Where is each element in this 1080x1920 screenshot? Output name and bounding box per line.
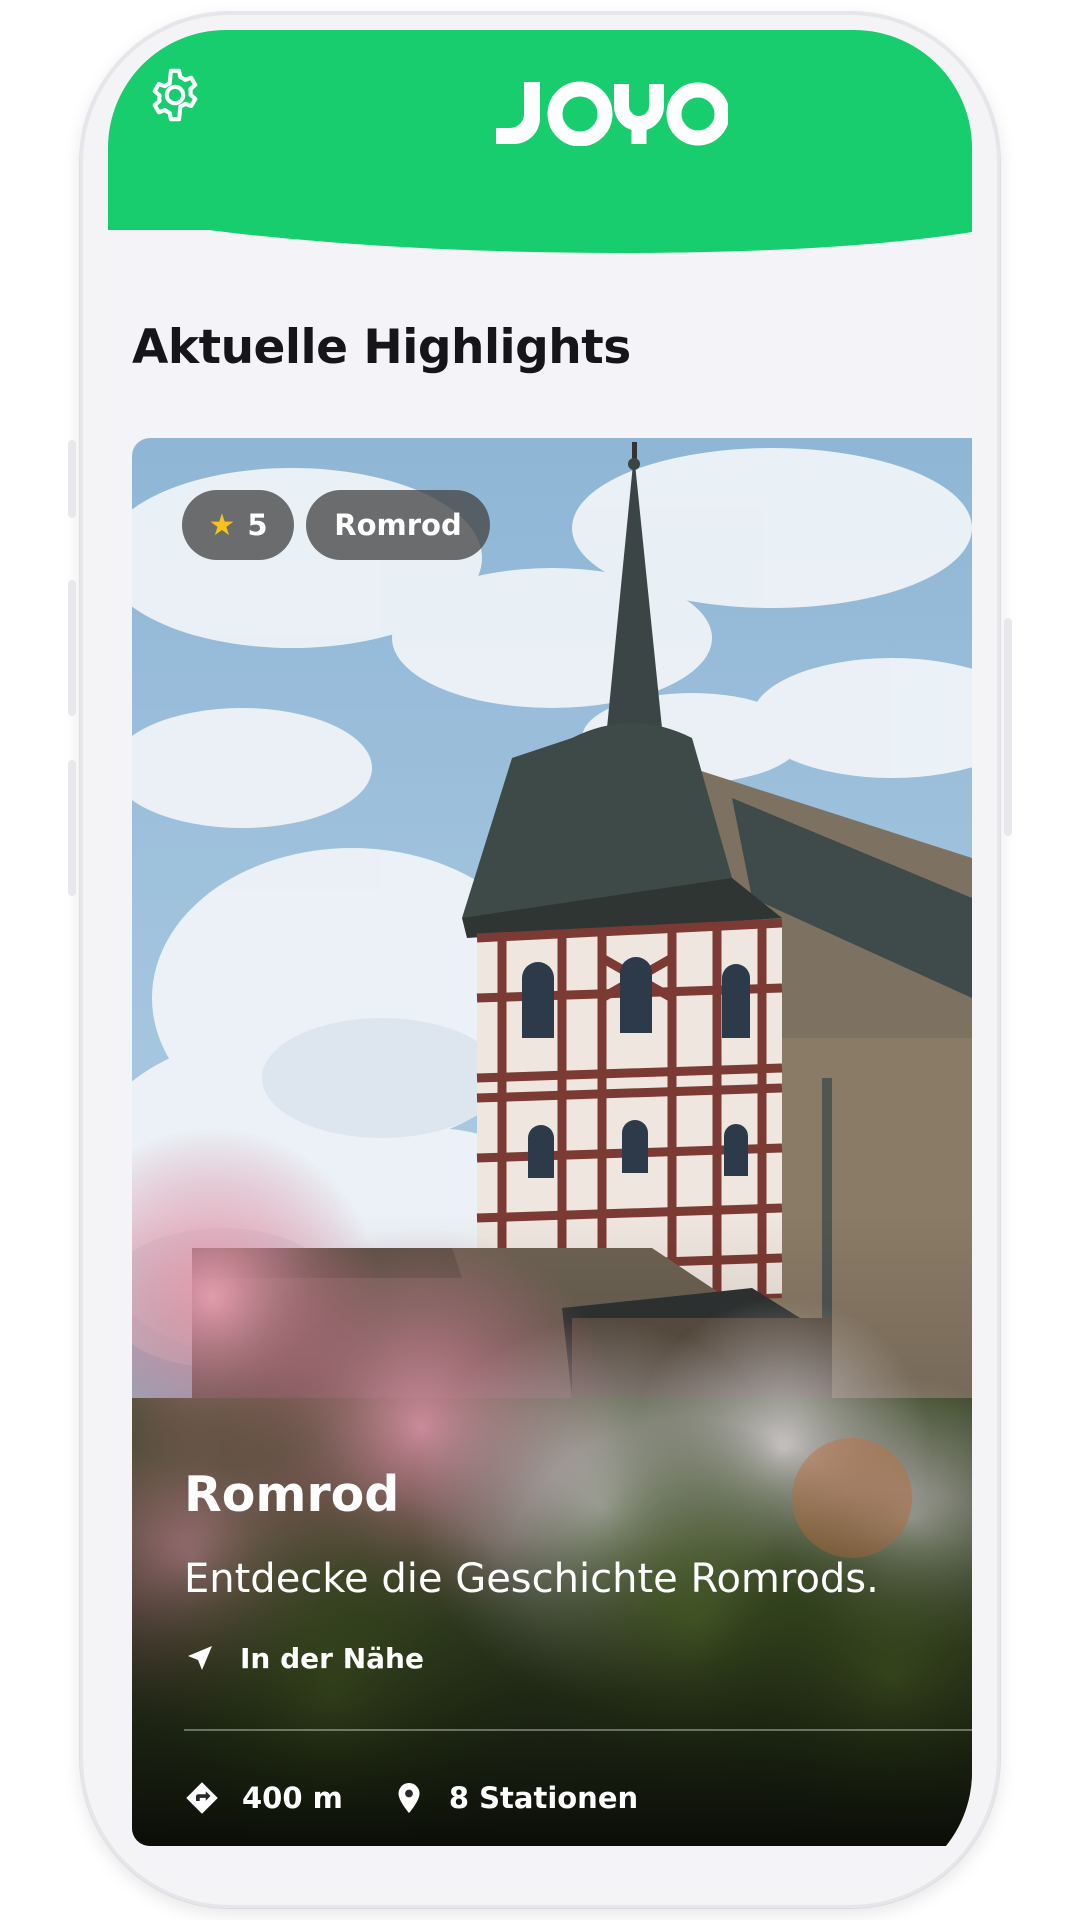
navigation-arrow-icon <box>188 1646 212 1670</box>
map-pin-icon <box>398 1783 420 1813</box>
card-stats: 400 m 8 Stationen <box>184 1778 686 1818</box>
phone-power-button <box>1004 618 1012 836</box>
card-divider <box>184 1729 972 1731</box>
location-badge: Romrod <box>306 490 490 560</box>
star-icon: ★ <box>208 507 236 543</box>
phone-volume-up-button <box>68 580 76 716</box>
app-screen: Aktuelle Highlights ★ 5 Romrod Romrod En… <box>108 30 972 1890</box>
joyo-logo <box>496 81 728 146</box>
distance-stat: 400 m <box>184 1780 343 1816</box>
directions-icon <box>186 1782 218 1814</box>
section-title: Aktuelle Highlights <box>132 320 631 375</box>
header-wave <box>108 180 972 253</box>
highlight-card[interactable]: ★ 5 Romrod Romrod Entdecke die Geschicht… <box>132 438 972 1846</box>
stations-stat: 8 Stationen <box>391 1780 638 1816</box>
phone-volume-down-button <box>68 760 76 896</box>
nearby-label: In der Nähe <box>240 1641 424 1675</box>
card-subtitle: Entdecke die Geschichte Romrods. <box>184 1556 879 1602</box>
stations-value: 8 Stationen <box>448 1781 639 1815</box>
nearby-info: In der Nähe <box>184 1638 424 1678</box>
rating-value: 5 <box>247 508 268 542</box>
rating-badge: ★ 5 <box>182 490 294 560</box>
card-title: Romrod <box>184 1466 400 1523</box>
distance-value: 400 m <box>242 1781 343 1815</box>
gear-icon[interactable] <box>146 66 204 124</box>
castle-tower-photo <box>132 438 972 1846</box>
phone-side-button <box>68 440 76 518</box>
